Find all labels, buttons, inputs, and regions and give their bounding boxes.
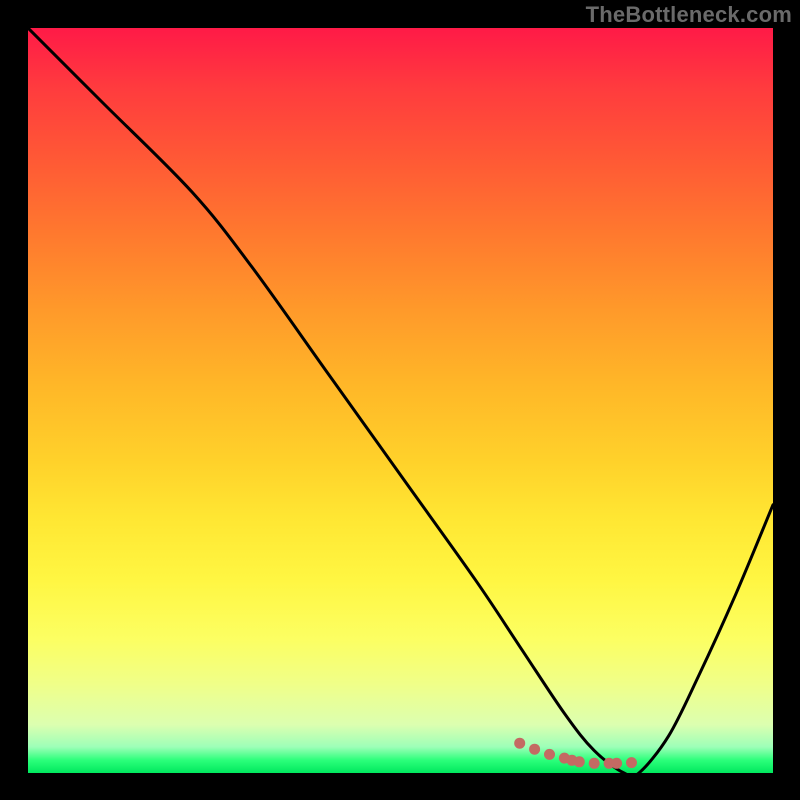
bottleneck-curve-path bbox=[28, 28, 773, 773]
highlight-dot bbox=[626, 757, 637, 768]
curve-overlay bbox=[28, 28, 773, 773]
highlight-dot bbox=[544, 749, 555, 760]
watermark-text: TheBottleneck.com bbox=[586, 2, 792, 28]
highlight-dots-group bbox=[514, 738, 637, 769]
chart-frame: TheBottleneck.com bbox=[0, 0, 800, 800]
highlight-dot bbox=[589, 758, 600, 769]
highlight-dot bbox=[574, 756, 585, 767]
highlight-dot bbox=[514, 738, 525, 749]
highlight-dot bbox=[529, 744, 540, 755]
plot-area bbox=[28, 28, 773, 773]
highlight-dot bbox=[611, 758, 622, 769]
